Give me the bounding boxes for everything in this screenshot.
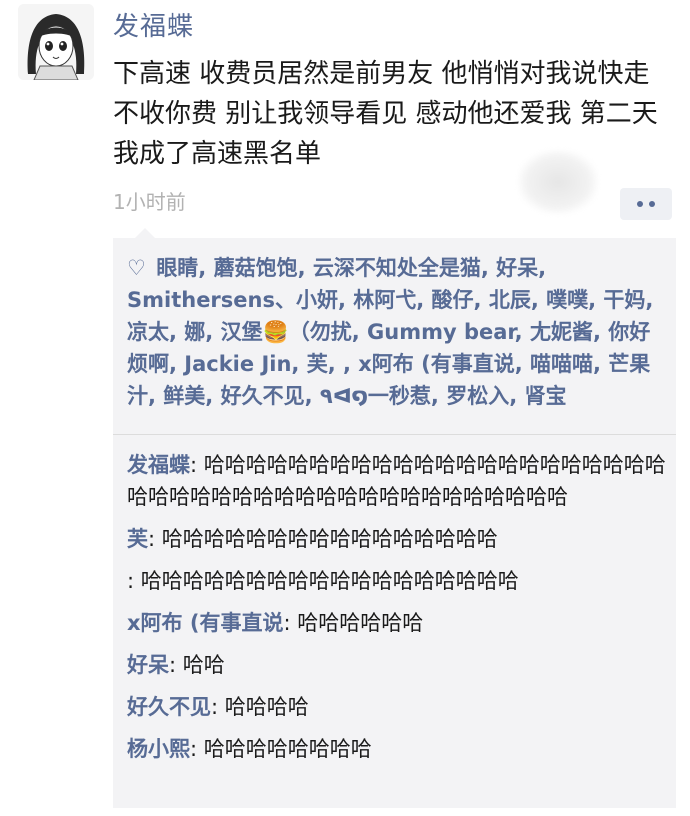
likes-names: 眼睛, 蘑菇饱饱, 云深不知处全是猫, 好呆, Smithersens、小妍, … <box>127 256 654 408</box>
likes-list[interactable]: ♡ 眼睛, 蘑菇饱饱, 云深不知处全是猫, 好呆, Smithersens、小妍… <box>113 238 676 434</box>
comment-text: : 哈哈哈哈哈哈哈哈哈哈哈哈哈哈哈哈 <box>148 527 498 551</box>
image-blur-patch <box>518 150 598 214</box>
ellipsis-icon <box>649 201 655 207</box>
anime-girl-avatar-icon <box>18 4 94 80</box>
author-name[interactable]: 发福蝶 <box>113 6 194 43</box>
heart-outline-icon: ♡ <box>127 256 146 280</box>
comment-author[interactable]: 芙 <box>127 527 148 551</box>
comment-author[interactable]: x阿布 (有事直说 <box>127 611 283 635</box>
avatar[interactable] <box>18 4 94 80</box>
comment-item[interactable]: 好久不见: 哈哈哈哈 <box>127 691 666 723</box>
comment-item[interactable]: : 哈哈哈哈哈哈哈哈哈哈哈哈哈哈哈哈哈哈 <box>127 565 666 597</box>
comment-author[interactable]: 杨小熙 <box>127 737 190 761</box>
comment-item[interactable]: 好呆: 哈哈 <box>127 649 666 681</box>
comment-item[interactable]: 芙: 哈哈哈哈哈哈哈哈哈哈哈哈哈哈哈哈 <box>127 523 666 555</box>
comment-text: : 哈哈哈哈 <box>211 695 309 719</box>
more-actions-button[interactable] <box>620 188 672 220</box>
comment-text: : 哈哈哈哈哈哈哈哈哈哈哈哈哈哈哈哈哈哈 <box>127 569 519 593</box>
comment-author[interactable]: 好呆 <box>127 653 169 677</box>
comment-item[interactable]: 杨小熙: 哈哈哈哈哈哈哈哈 <box>127 733 666 765</box>
comment-text: : 哈哈 <box>169 653 225 677</box>
comment-author[interactable]: 发福蝶 <box>127 453 190 477</box>
comment-text: : 哈哈哈哈哈哈哈哈哈哈哈哈哈哈哈哈哈哈哈哈哈哈哈哈哈哈哈哈哈哈哈哈哈哈哈哈哈哈… <box>127 453 666 509</box>
comments-list: 发福蝶: 哈哈哈哈哈哈哈哈哈哈哈哈哈哈哈哈哈哈哈哈哈哈哈哈哈哈哈哈哈哈哈哈哈哈哈… <box>113 435 676 765</box>
comment-author[interactable]: 好久不见 <box>127 695 211 719</box>
comment-text: : 哈哈哈哈哈哈哈哈 <box>190 737 372 761</box>
ellipsis-icon <box>637 201 643 207</box>
comment-text: : 哈哈哈哈哈哈 <box>283 611 424 635</box>
comment-item[interactable]: 发福蝶: 哈哈哈哈哈哈哈哈哈哈哈哈哈哈哈哈哈哈哈哈哈哈哈哈哈哈哈哈哈哈哈哈哈哈哈… <box>127 449 666 513</box>
post-time: 1小时前 <box>113 190 186 214</box>
interaction-panel: ♡ 眼睛, 蘑菇饱饱, 云深不知处全是猫, 好呆, Smithersens、小妍… <box>113 228 676 808</box>
comment-item[interactable]: x阿布 (有事直说: 哈哈哈哈哈哈 <box>127 607 666 639</box>
